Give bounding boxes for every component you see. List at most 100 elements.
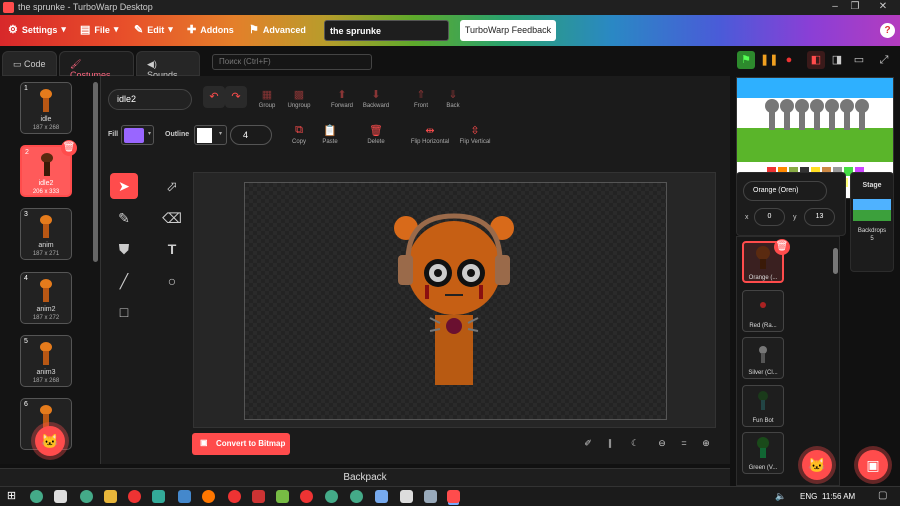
eraser-tool[interactable]: ⌫ (158, 205, 186, 231)
tab-sounds[interactable]: ◀) Sounds (136, 51, 200, 80)
tab-code[interactable]: ▭ Code (2, 51, 57, 76)
chrome-icon[interactable] (325, 490, 338, 503)
sprite-name-input[interactable]: Orange (Oren) (743, 181, 827, 201)
settings-menu[interactable]: ⚙ Settings ▾ (8, 23, 66, 36)
undo-button[interactable]: ↶ (203, 86, 225, 108)
smoothing-button[interactable]: ✐ (579, 434, 597, 452)
sprite-item[interactable]: Silver (Cl... (742, 337, 784, 379)
language-indicator[interactable]: ENG (800, 492, 817, 501)
opera-icon[interactable] (300, 490, 313, 503)
paste-button[interactable]: 📋 Paste (317, 124, 343, 145)
addons-menu[interactable]: ✚ Addons (187, 23, 234, 36)
app-icon[interactable] (424, 490, 437, 503)
costume-list-scrollbar[interactable] (93, 82, 98, 262)
sprite-item[interactable]: Fun Bot (742, 385, 784, 427)
zoom-out-button[interactable]: ⊖ (653, 434, 671, 452)
chrome-icon[interactable] (30, 490, 43, 503)
flip-horizontal-button[interactable]: ⇹ Flip Horizontal (407, 124, 453, 145)
feedback-button[interactable]: TurboWarp Feedback (460, 20, 556, 41)
y-input[interactable]: 13 (804, 208, 835, 226)
zoom-in-button[interactable]: ⊕ (697, 434, 715, 452)
costume-item-selected[interactable]: 2 idle2 206 x 333 🗑 (20, 140, 77, 197)
convert-to-bitmap-button[interactable]: ▣ Convert to Bitmap (192, 433, 290, 455)
turbowarp-icon[interactable] (447, 490, 460, 503)
yandex-icon[interactable] (128, 490, 141, 503)
circle-tool[interactable]: ○ (158, 268, 186, 294)
redo-button[interactable]: ↷ (225, 86, 247, 108)
app-icon[interactable] (252, 490, 265, 503)
project-title-input[interactable]: the sprunke (324, 20, 449, 41)
backward-button[interactable]: ⬇ Backward (360, 88, 392, 109)
group-button[interactable]: ▦ Group (256, 88, 278, 109)
sprite-item[interactable]: Red (Ra... (742, 290, 784, 332)
maximize-icon[interactable]: ❐ (845, 1, 865, 12)
line-tool[interactable]: ╱ (110, 268, 138, 294)
notification-icon[interactable]: ▢ (878, 490, 887, 501)
app-icon[interactable] (178, 490, 191, 503)
stage-selector[interactable]: Stage Backdrops 5 (850, 172, 894, 272)
costume-item[interactable]: 3 anim 187 x 271 (20, 208, 72, 260)
normal-stage-button[interactable]: ◨ (828, 51, 846, 69)
stop-button[interactable]: ● (780, 51, 798, 69)
minimize-icon[interactable]: – (825, 1, 845, 12)
pause-button[interactable]: ❚❚ (760, 51, 778, 69)
artboard[interactable] (244, 182, 667, 420)
green-flag-button[interactable]: ⚑ (737, 51, 755, 69)
file-icon[interactable] (54, 490, 67, 503)
costume-item[interactable]: 5 anim3 187 x 268 (20, 335, 72, 387)
paint-canvas[interactable] (193, 172, 716, 428)
ungroup-button[interactable]: ▩ Ungroup (284, 88, 314, 109)
sprite-item[interactable]: Green (V... (742, 432, 784, 474)
front-button[interactable]: ⇑ Front (409, 88, 433, 109)
add-costume-button[interactable]: 🐱 (35, 426, 65, 456)
add-sprite-button[interactable]: 🐱 (802, 450, 832, 480)
dark-mode-button[interactable]: ☾ (626, 434, 644, 452)
small-stage-button[interactable]: ◧ (807, 51, 825, 69)
app-icon[interactable] (375, 490, 388, 503)
add-backdrop-button[interactable]: ▣ (858, 450, 888, 480)
delete-button[interactable]: 🗑 Delete (363, 124, 389, 145)
reshape-tool[interactable]: ⬀ (158, 173, 186, 199)
speaker-icon[interactable]: 🔈 (775, 491, 786, 502)
zoom-reset-button[interactable]: = (675, 434, 693, 452)
costume-name-input[interactable]: idle2 (108, 89, 192, 110)
yandex-icon[interactable] (228, 490, 241, 503)
text-tool[interactable]: T (158, 236, 186, 262)
app-icon[interactable] (152, 490, 165, 503)
costume-item[interactable]: 1 idle 187 x 268 (20, 82, 72, 134)
delete-costume-icon[interactable]: 🗑 (61, 140, 77, 156)
flip-vertical-button[interactable]: ⇳ Flip Vertical (456, 124, 494, 145)
layout-button[interactable]: ▭ (850, 51, 868, 69)
select-tool[interactable]: ➤ (110, 173, 138, 199)
outline-width-input[interactable]: 4 (230, 125, 272, 145)
costume-item[interactable]: 4 anim2 187 x 272 (20, 272, 72, 324)
folder-icon[interactable] (104, 490, 117, 503)
x-input[interactable]: 0 (754, 208, 785, 226)
chrome-icon[interactable] (350, 490, 363, 503)
clock[interactable]: 11:56 AM (822, 492, 855, 501)
close-icon[interactable]: ✕ (873, 1, 893, 12)
rectangle-tool[interactable]: □ (110, 299, 138, 325)
fill-color-picker[interactable]: ▾ (121, 125, 154, 145)
file-menu[interactable]: ▤ File ▾ (80, 23, 118, 36)
sprite-list-scrollbar[interactable] (833, 248, 838, 274)
back-button[interactable]: ⇓ Back (441, 88, 465, 109)
firefox-icon[interactable] (202, 490, 215, 503)
tab-costumes[interactable]: 🖌 Costumes (59, 51, 134, 80)
copy-button[interactable]: ⧉ Copy (287, 124, 311, 145)
search-input[interactable]: Поиск (Ctrl+F) (212, 54, 372, 70)
edit-menu[interactable]: ✎ Edit ▾ (134, 23, 173, 36)
pressure-button[interactable]: ∥ (601, 434, 619, 452)
backpack-bar[interactable]: Backpack (0, 468, 730, 486)
app-icon[interactable] (276, 490, 289, 503)
forward-button[interactable]: ⬆ Forward (328, 88, 356, 109)
outline-color-picker[interactable]: ▾ (194, 125, 227, 145)
delete-sprite-icon[interactable]: 🗑 (774, 239, 790, 255)
advanced-menu[interactable]: ⚑ Advanced (249, 23, 306, 36)
help-button[interactable]: ? (880, 23, 895, 38)
fill-tool[interactable]: ⛊ (110, 236, 138, 262)
chrome-icon[interactable] (80, 490, 93, 503)
sprite-item-selected[interactable]: Orange (... 🗑 (742, 239, 790, 283)
brush-tool[interactable]: ✎ (110, 205, 138, 231)
fullscreen-button[interactable]: ⤢ (875, 51, 893, 69)
